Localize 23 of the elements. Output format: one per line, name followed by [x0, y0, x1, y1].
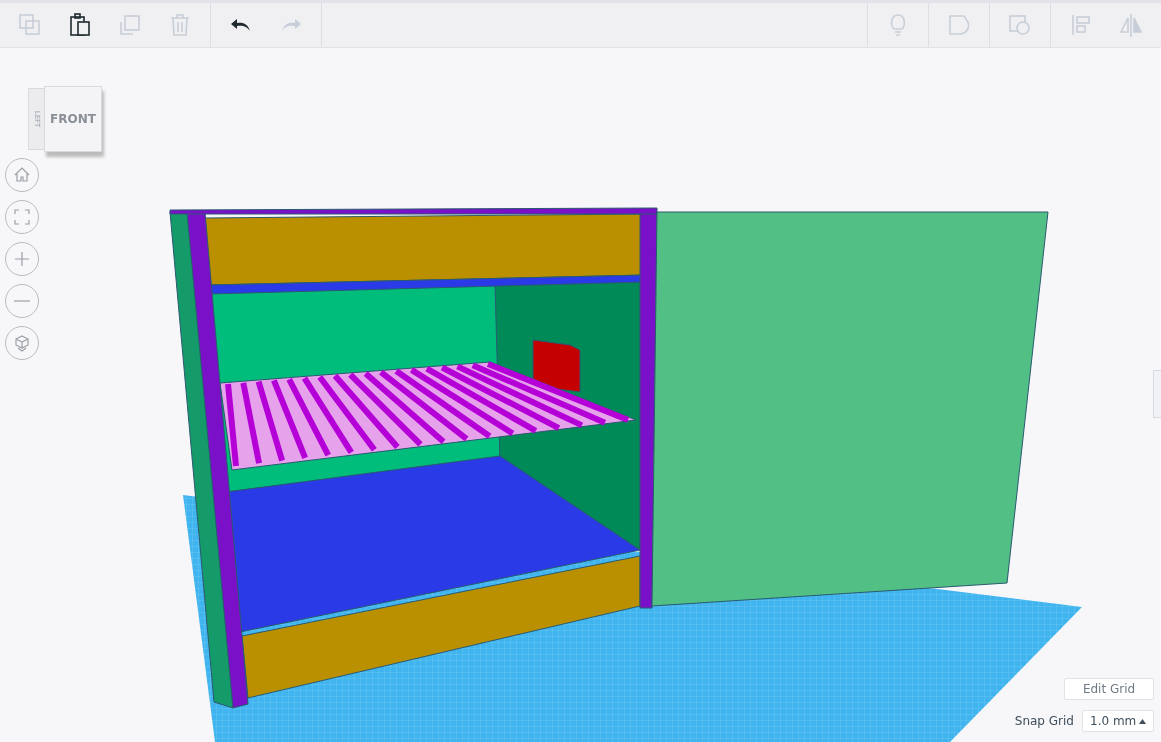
- fit-view-icon: [13, 208, 31, 226]
- zoom-out-button[interactable]: [5, 284, 39, 318]
- mirror-icon: [1118, 12, 1144, 38]
- snap-grid-label: Snap Grid: [1014, 714, 1074, 728]
- snap-grid-select[interactable]: 1.0 mm: [1082, 710, 1154, 732]
- group-icon: [946, 12, 972, 38]
- view-cube-face[interactable]: FRONT: [44, 86, 102, 152]
- minus-icon: [14, 300, 30, 302]
- caret-icon: [1139, 718, 1146, 724]
- fit-button[interactable]: [5, 200, 39, 234]
- panel-handle[interactable]: [1153, 370, 1161, 418]
- home-button[interactable]: [5, 158, 39, 192]
- paste-icon: [67, 12, 93, 38]
- zoom-in-button[interactable]: [5, 242, 39, 276]
- cabinet-model-drawing[interactable]: [169, 207, 1049, 709]
- ungroup-icon: [1007, 12, 1033, 38]
- home-icon: [13, 166, 31, 184]
- cube-icon: [13, 334, 31, 352]
- ortho-button[interactable]: [5, 326, 39, 360]
- edit-grid-button[interactable]: Edit Grid: [1064, 678, 1154, 700]
- duplicate-icon: [117, 12, 143, 38]
- plus-icon: [13, 250, 31, 268]
- copy-icon: [17, 12, 43, 38]
